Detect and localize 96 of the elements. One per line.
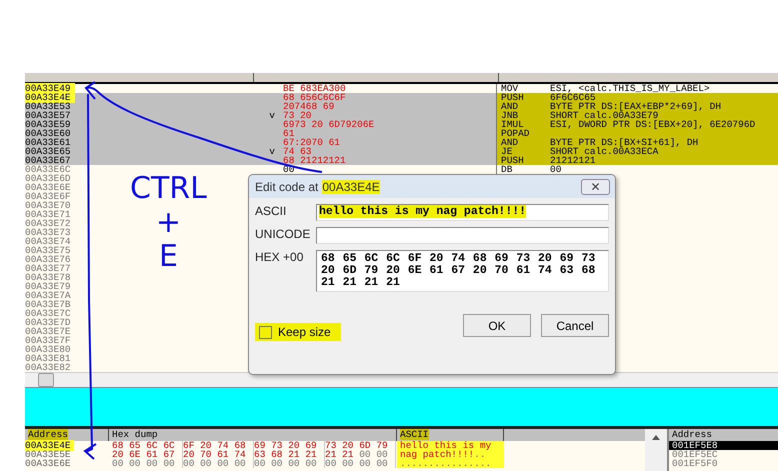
scroll-up-icon[interactable]: [652, 435, 660, 440]
address-cell-text: 00A33E7C: [25, 308, 72, 319]
stack-address[interactable]: 001EF5F0: [669, 459, 778, 468]
address-cell-text: 00A33E81: [25, 353, 72, 364]
hex-cell: 68 65 6C 6C 6F 20 74 68 69 73 20 69 73 20 6D 79: [109, 441, 397, 450]
hex-cell: 00 00 00 00 00 00 00 00 00 00 00 00 00 00 00 00: [109, 459, 397, 468]
operand-cell: 00: [550, 165, 562, 174]
ascii-cell: nag patch!!!!..: [397, 450, 504, 459]
operand-cell: ESI, DWORD PTR DS:[EBX+20], 6E20796D: [550, 120, 756, 129]
address-cell-text: 00A33E78: [25, 272, 72, 283]
hex-cell: 68 21212121: [283, 156, 346, 165]
ascii-cell: ................: [397, 459, 504, 468]
mnemonic-cell-text: IMUL: [501, 120, 524, 129]
dialog-button[interactable]: Cancel: [541, 314, 609, 337]
hex-cell: 6973 20 6D79206E: [283, 120, 374, 129]
dialog-address: 00A33E4E: [322, 180, 380, 194]
mnemonic-cell-text: JNB: [501, 111, 518, 120]
address-cell-text: 00A33E74: [25, 236, 72, 247]
dialog-button[interactable]: OK: [463, 314, 531, 337]
address-cell-text: 00A33E6E: [25, 182, 72, 193]
text-field[interactable]: [316, 227, 609, 244]
mnemonic-cell-text: DB: [501, 165, 514, 174]
operand-cell: SHORT calc.00A33ECA: [550, 147, 658, 156]
address-cell-text: 00A33E6E: [25, 458, 72, 469]
column-header[interactable]: ASCII: [400, 429, 429, 440]
address-cell-text: 00A33E67: [25, 155, 72, 166]
address-cell-text: 00A33E5E: [25, 449, 72, 460]
jump-mark: v: [268, 111, 276, 120]
hex-cell: 67:2070 61: [283, 138, 340, 147]
hex-cell: 61: [283, 129, 294, 138]
handwritten-note: +: [154, 206, 182, 240]
address-cell-text: 00A33E73: [25, 227, 72, 238]
address-cell-text: 00A33E71: [25, 209, 72, 220]
address-cell-text: 00A33E79: [25, 281, 72, 292]
address-cell-text: 00A33E57: [25, 110, 72, 121]
address-cell-text: 00A33E6D: [25, 173, 72, 184]
operand-cell: 21212121: [550, 156, 596, 165]
hex-cell: BE 683EA300: [283, 84, 346, 93]
address-cell-text: 00A33E6C: [25, 164, 72, 175]
column-header[interactable]: Address: [28, 429, 68, 440]
address-cell-text: 00A33E75: [25, 245, 72, 256]
hex-cell: 73 20: [283, 111, 312, 120]
address-cell-text: 00A33E72: [25, 218, 72, 229]
mnemonic-cell-text: PUSH: [501, 156, 525, 165]
operand-cell: BYTE PTR DS:[BX+SI+61], DH: [550, 138, 698, 147]
address-cell-text: 00A33E60: [25, 128, 72, 139]
address-cell-text: 00A33E7B: [25, 299, 72, 310]
operand-cell: BYTE PTR DS:[EAX+EBP*2+69], DH: [550, 102, 722, 111]
stack-address[interactable]: 001EF5EC: [669, 450, 778, 459]
address-cell-text: 00A33E61: [25, 137, 72, 148]
stack-address[interactable]: 001EF5E8: [669, 441, 778, 450]
address-cell-text: 00A33E7F: [25, 335, 72, 346]
mnemonic-cell-text: POPAD: [501, 129, 531, 138]
operand-cell: ESI, <calc.THIS_IS_MY_LABEL>: [550, 84, 710, 93]
mnemonic-cell-text: PUSH: [501, 93, 525, 102]
horizontal-scrollbar[interactable]: [25, 372, 778, 387]
address-cell-text: 00A33E7D: [25, 317, 72, 328]
hex-cell: 68 656C6C6F: [283, 93, 346, 102]
column-header[interactable]: Hex dump: [112, 429, 158, 440]
hex-cell: 207468 69: [283, 102, 334, 111]
address-cell-text: 00A33E59: [25, 119, 72, 130]
field-label: ASCII: [255, 204, 288, 220]
handwritten-note: E: [158, 240, 179, 274]
address-cell-text: 00A33E7E: [25, 326, 72, 337]
address-cell-text: 00A33E7A: [25, 290, 72, 301]
field-label: HEX +00: [255, 250, 304, 266]
address-cell-text: 00A33E65: [25, 146, 72, 157]
operand-cell: 6F6C6C65: [550, 93, 596, 102]
address-cell-text: 00A33E76: [25, 254, 72, 265]
scrollbar-thumb[interactable]: [38, 373, 54, 387]
dialog-title: Edit code at: [255, 180, 318, 194]
mnemonic-cell-text: MOV: [501, 84, 518, 93]
hex-cell: 74 63: [283, 147, 312, 156]
address-cell-text: 00A33E70: [25, 200, 72, 211]
address-cell-text: 00A33E53: [25, 101, 72, 112]
close-button[interactable]: ✕: [581, 178, 610, 194]
field-label: UNICODE: [255, 227, 312, 243]
hex-field[interactable]: 68 65 6C 6C 6F 20 74 68 69 73 20 69 73 20 6D 79 20 6E 61 67 20 70 61 74 63 68 21 21 21 21: [316, 250, 609, 292]
operand-cell: SHORT calc.00A33E79: [550, 111, 658, 120]
mnemonic-cell-text: AND: [501, 102, 520, 111]
address-cell-text: 00A33E77: [25, 263, 72, 274]
address-cell: 00A33E4E: [25, 440, 74, 451]
mnemonic-cell-text: AND: [501, 138, 520, 147]
address-cell-text: 00A33E6F: [25, 191, 72, 202]
ascii-cell: hello this is my: [397, 441, 504, 450]
mnemonic-cell-text: JE: [501, 147, 512, 156]
vertical-scrollbar[interactable]: [645, 429, 667, 471]
checkbox-label[interactable]: Keep size: [278, 325, 331, 339]
text-field[interactable]: hello this is my nag patch!!!!: [316, 204, 609, 221]
hex-cell: 20 6E 61 67 20 70 61 74 63 68 21 21 21 21 00 00: [109, 450, 397, 459]
address-cell: 00A33E4E: [25, 92, 75, 103]
address-cell-text: 00A33E82: [25, 362, 72, 373]
address-cell-text: 00A33E80: [25, 344, 72, 355]
jump-mark: v: [268, 147, 276, 156]
checkbox[interactable]: [259, 326, 272, 338]
handwritten-note: CTRL: [129, 172, 208, 206]
